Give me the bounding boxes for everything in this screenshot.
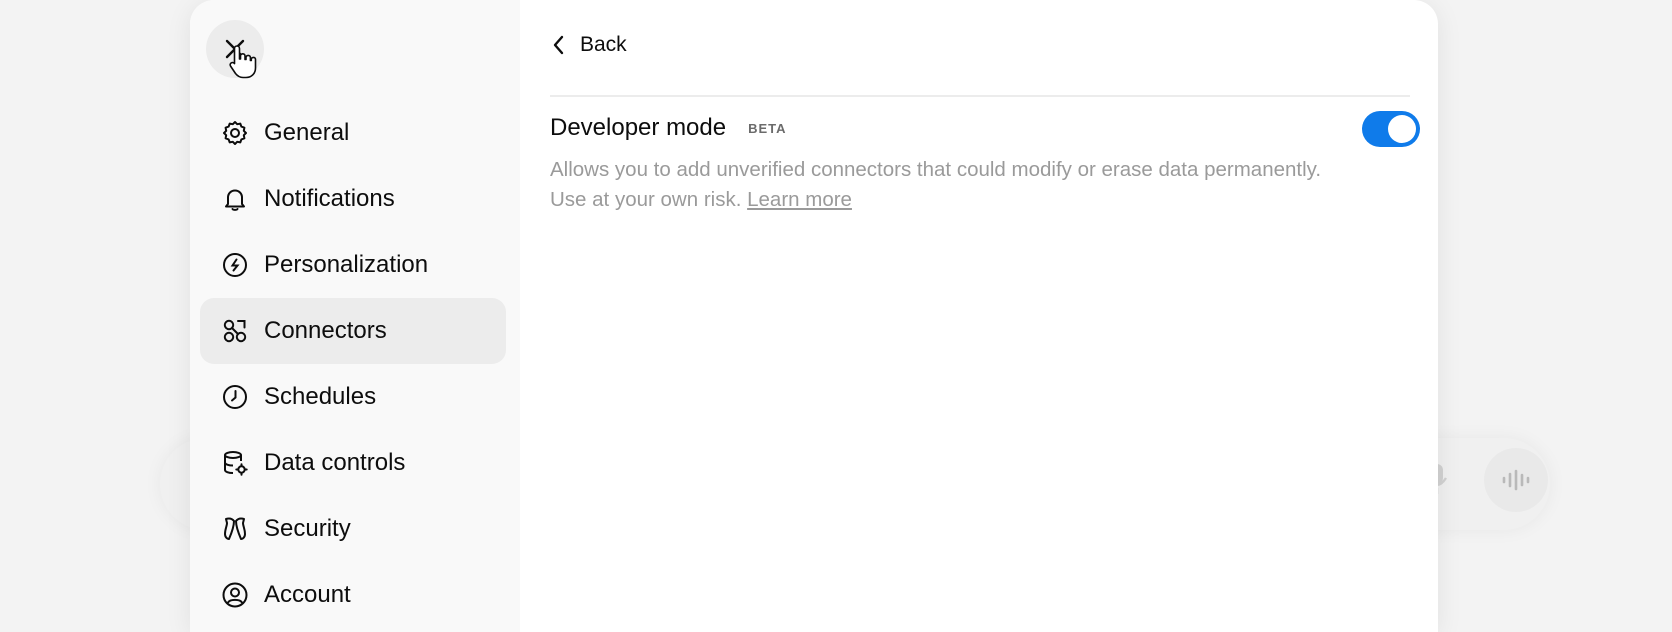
sidebar-item-label: Data controls xyxy=(264,449,406,476)
developer-mode-description: Allows you to add unverified connectors … xyxy=(550,155,1330,215)
developer-mode-row: Developer mode BETA xyxy=(550,114,787,142)
beta-badge: BETA xyxy=(748,120,787,136)
sidebar-item-personalization[interactable]: Personalization xyxy=(200,232,506,298)
close-button[interactable] xyxy=(206,20,264,78)
settings-modal: General Notifications Personalization Co… xyxy=(190,0,1438,632)
developer-mode-toggle[interactable] xyxy=(1362,111,1420,147)
sidebar-item-label: Security xyxy=(264,515,351,542)
description-text: Allows you to add unverified connectors … xyxy=(550,158,1322,211)
settings-sidebar: General Notifications Personalization Co… xyxy=(190,0,520,632)
bell-icon xyxy=(220,184,250,214)
gear-icon xyxy=(220,118,250,148)
sidebar-item-label: General xyxy=(264,119,350,146)
chevron-left-icon xyxy=(553,35,564,55)
toggle-knob xyxy=(1388,115,1416,143)
sidebar-item-label: Schedules xyxy=(264,383,377,410)
sidebar-item-label: Notifications xyxy=(264,185,395,212)
sidebar-item-label: Personalization xyxy=(264,251,429,278)
personalization-icon xyxy=(220,250,250,280)
back-button[interactable]: Back xyxy=(550,26,627,64)
learn-more-link[interactable]: Learn more xyxy=(747,188,852,211)
settings-nav: General Notifications Personalization Co… xyxy=(200,100,506,628)
sidebar-item-data-controls[interactable]: Data controls xyxy=(200,430,506,496)
developer-mode-title: Developer mode xyxy=(550,114,727,141)
sidebar-item-security[interactable]: Security xyxy=(200,496,506,562)
divider xyxy=(550,95,1410,97)
close-icon xyxy=(225,39,245,59)
back-label: Back xyxy=(580,33,627,56)
clock-icon xyxy=(220,382,250,412)
database-gear-icon xyxy=(220,448,250,478)
sidebar-item-connectors[interactable]: Connectors xyxy=(200,298,506,364)
sidebar-item-notifications[interactable]: Notifications xyxy=(200,166,506,232)
user-circle-icon xyxy=(220,580,250,610)
waveform-icon xyxy=(1502,469,1530,491)
connectors-icon xyxy=(220,316,250,346)
sidebar-item-general[interactable]: General xyxy=(200,100,506,166)
settings-content: Back Developer mode BETA Allows you to a… xyxy=(520,0,1438,632)
sidebar-item-label: Account xyxy=(264,581,351,608)
sidebar-item-account[interactable]: Account xyxy=(200,562,506,628)
voice-mode-button xyxy=(1484,448,1548,512)
security-icon xyxy=(220,514,250,544)
sidebar-item-schedules[interactable]: Schedules xyxy=(200,364,506,430)
sidebar-item-label: Connectors xyxy=(264,317,387,344)
